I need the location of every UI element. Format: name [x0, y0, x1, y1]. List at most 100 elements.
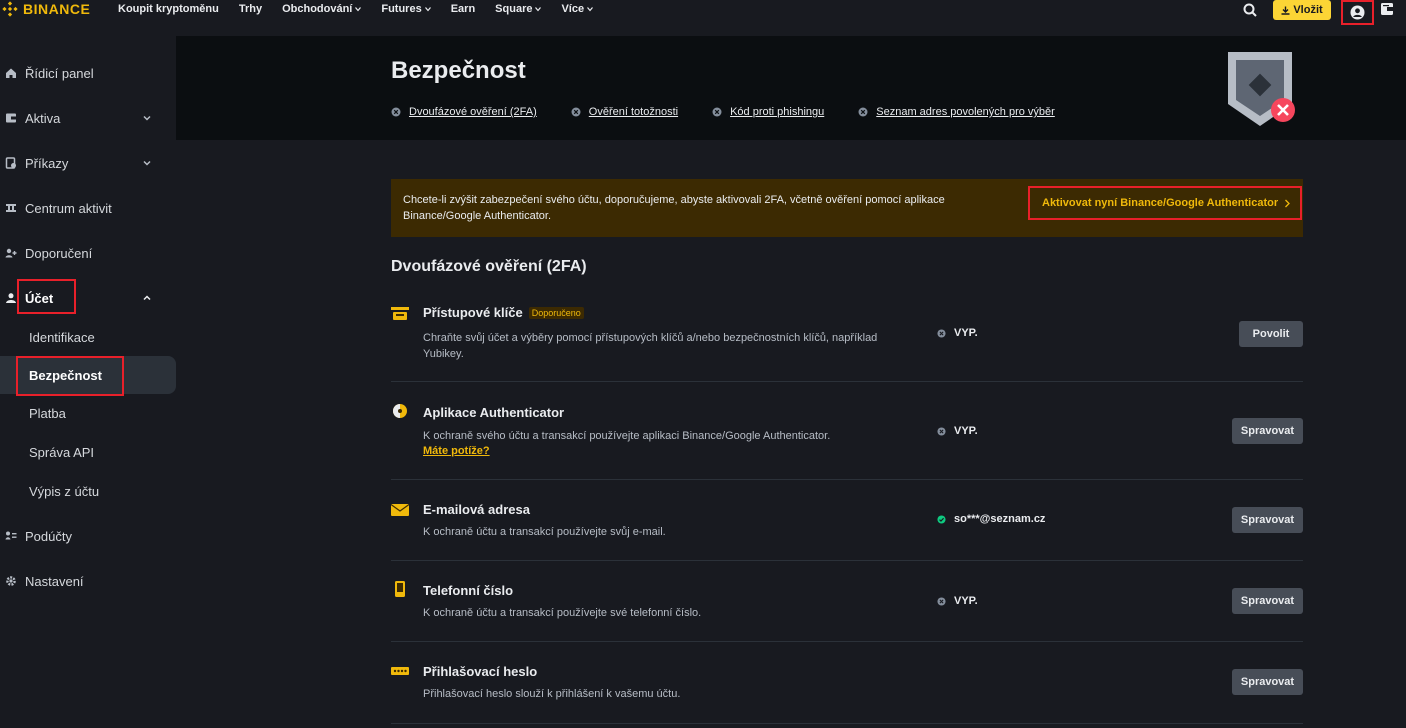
row-description: K ochraně účtu a transakcí používejte sv… — [423, 607, 702, 619]
sidebar-subitem-identification[interactable]: Identifikace — [0, 318, 176, 356]
sidebar-subitem-label: Identifikace — [29, 329, 95, 345]
binance-logo-icon — [2, 1, 18, 17]
row-title: Přihlašovací heslo — [423, 664, 538, 679]
status-off-icon — [858, 107, 868, 117]
status-off-icon — [937, 596, 946, 606]
status-off-icon — [712, 107, 722, 117]
2fa-recommendation-banner: Chcete-li zvýšit zabezpečení svého účtu,… — [391, 179, 1303, 237]
user-icon — [1350, 5, 1365, 20]
security-shield-icon — [1228, 52, 1295, 126]
nav-label: Futures — [381, 3, 422, 15]
sidebar: Řídicí panel Aktiva Příkazy Centrum akti… — [0, 36, 176, 728]
row-divider — [391, 560, 1303, 561]
sidebar-item-label: Účet — [25, 290, 54, 306]
nav-label: Trhy — [238, 3, 263, 15]
chevron-down-icon — [535, 7, 542, 12]
activate-authenticator-link[interactable]: Aktivovat nyní Binance/Google Authentica… — [1028, 186, 1302, 220]
sidebar-item-referral[interactable]: Doporučení — [0, 238, 176, 268]
row-title: Přístupové klíče Doporučeno — [423, 305, 584, 320]
deposit-button[interactable]: Vložit — [1273, 0, 1331, 20]
quick-link-label: Kód proti phishingu — [730, 106, 825, 118]
sidebar-subitem-api-management[interactable]: Správa API — [0, 433, 176, 471]
nav-more[interactable]: Více — [561, 3, 594, 15]
sidebar-item-activity-center[interactable]: Centrum aktivit — [0, 193, 176, 223]
sidebar-item-label: Řídicí panel — [25, 65, 94, 81]
sidebar-item-orders[interactable]: Příkazy — [0, 148, 176, 178]
row-description: K ochraně svého účtu a transakcí používe… — [423, 430, 831, 442]
status-text: so***@seznam.cz — [954, 513, 1046, 525]
search-icon[interactable] — [1242, 2, 1258, 18]
quick-link-anti-phishing[interactable]: Kód proti phishingu — [712, 106, 824, 118]
banner-link-label: Aktivovat nyní Binance/Google Authentica… — [1042, 197, 1279, 209]
home-icon — [6, 68, 16, 78]
binance-logo[interactable]: BINANCE — [2, 1, 90, 17]
main-menu: Koupit kryptoměnu Trhy Obchodování Futur… — [118, 3, 613, 15]
email-icon — [391, 504, 409, 516]
user-profile-button[interactable] — [1341, 0, 1374, 25]
row-status: VYP. — [937, 595, 978, 607]
row-divider — [391, 479, 1303, 480]
manage-phone-button[interactable]: Spravovat — [1232, 588, 1303, 614]
sidebar-item-label: Aktiva — [25, 110, 61, 126]
manage-authenticator-button[interactable]: Spravovat — [1232, 418, 1303, 444]
phone-icon — [395, 581, 405, 597]
page-title: Bezpečnost — [391, 57, 526, 84]
security-row-email: E-mailová adresa K ochraně účtu a transa… — [391, 499, 1303, 559]
row-title-text: Přístupové klíče — [423, 305, 523, 320]
password-icon — [391, 667, 409, 675]
subaccount-icon — [5, 531, 17, 540]
sidebar-subitem-label: Bezpečnost — [29, 367, 102, 383]
security-row-phone: Telefonní číslo K ochraně účtu a transak… — [391, 580, 1303, 640]
nav-trade[interactable]: Obchodování — [282, 3, 362, 15]
sidebar-item-settings[interactable]: Nastavení — [0, 566, 176, 596]
wallet-icon — [6, 113, 16, 123]
quick-link-2fa[interactable]: Dvoufázové ověření (2FA) — [391, 106, 537, 118]
sidebar-item-account[interactable]: Účet — [0, 283, 176, 313]
nav-label: Square — [495, 3, 533, 15]
security-row-authenticator: Aplikace Authenticator K ochraně svého ú… — [391, 400, 1303, 470]
row-description: K ochraně účtu a transakcí používejte sv… — [423, 526, 666, 538]
recommended-badge: Doporučeno — [528, 306, 584, 319]
nav-buy-crypto[interactable]: Koupit kryptoměnu — [118, 3, 219, 15]
enable-passkeys-button[interactable]: Povolit — [1239, 321, 1303, 347]
orders-icon — [5, 157, 16, 169]
having-trouble-link[interactable]: Máte potíže? — [423, 445, 490, 457]
manage-password-button[interactable]: Spravovat — [1232, 669, 1303, 695]
nav-futures[interactable]: Futures — [381, 3, 431, 15]
chevron-down-icon — [143, 160, 151, 166]
nav-earn[interactable]: Earn — [451, 3, 475, 15]
sidebar-subitem-account-statement[interactable]: Výpis z účtu — [0, 472, 176, 510]
page-header — [176, 36, 1406, 140]
row-status: VYP. — [937, 425, 978, 437]
sidebar-subitem-security[interactable]: Bezpečnost — [0, 356, 176, 394]
status-text: VYP. — [954, 595, 978, 607]
row-title: Telefonní číslo — [423, 583, 514, 598]
wallet-icon[interactable] — [1380, 2, 1394, 16]
row-status: VYP. — [937, 327, 978, 339]
gear-icon — [6, 576, 16, 586]
chevron-down-icon — [355, 7, 362, 12]
authenticator-icon — [393, 404, 407, 418]
nav-square[interactable]: Square — [495, 3, 542, 15]
banner-text: Chcete-li zvýšit zabezpečení svého účtu,… — [403, 194, 945, 222]
quick-link-withdrawal-whitelist[interactable]: Seznam adres povolených pro výběr — [858, 106, 1055, 118]
sidebar-item-dashboard[interactable]: Řídicí panel — [0, 58, 176, 88]
logo-text: BINANCE — [23, 1, 91, 17]
sidebar-item-assets[interactable]: Aktiva — [0, 103, 176, 133]
nav-label: Koupit kryptoměnu — [118, 3, 219, 15]
referral-icon — [5, 248, 17, 258]
row-description: Chraňte svůj účet a výběry pomocí přístu… — [423, 332, 878, 360]
passkey-icon — [391, 307, 409, 320]
row-divider — [391, 723, 1303, 724]
sidebar-subitem-payment[interactable]: Platba — [0, 394, 176, 432]
nav-markets[interactable]: Trhy — [239, 3, 262, 15]
row-status: so***@seznam.cz — [937, 513, 1045, 525]
sidebar-item-subaccounts[interactable]: Podúčty — [0, 521, 176, 551]
sidebar-item-label: Doporučení — [25, 245, 93, 261]
quick-link-identity-verification[interactable]: Ověření totožnosti — [571, 106, 678, 118]
row-description: Přihlašovací heslo slouží k přihlášení k… — [423, 688, 681, 700]
manage-email-button[interactable]: Spravovat — [1232, 507, 1303, 533]
status-on-icon — [937, 514, 946, 524]
sidebar-item-label: Podúčty — [25, 528, 72, 544]
status-off-icon — [937, 328, 946, 338]
